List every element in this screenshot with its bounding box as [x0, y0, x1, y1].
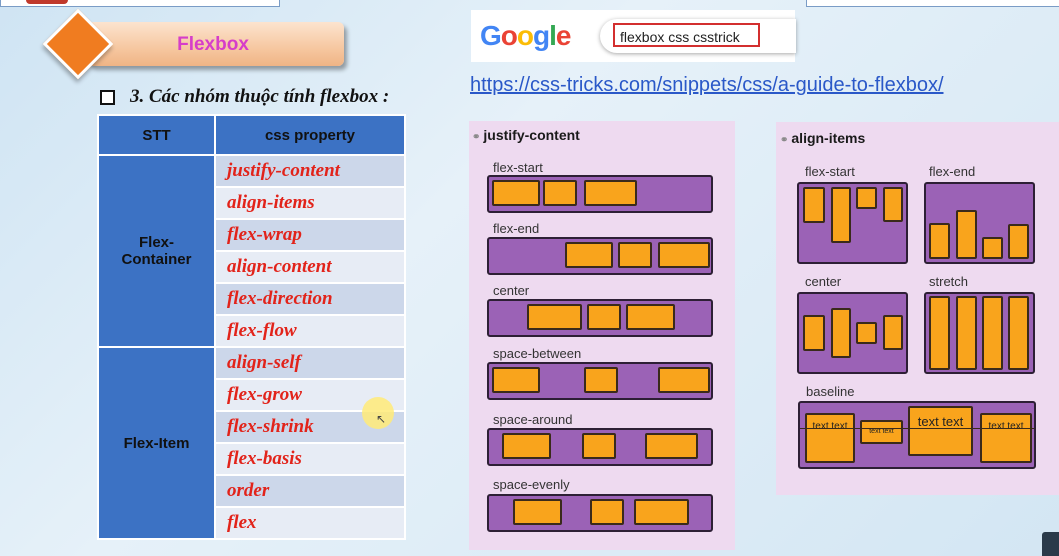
- header-stt: STT: [97, 114, 216, 156]
- flex-box: [831, 308, 851, 358]
- justify-content-title: ⚭ justify-content: [472, 127, 580, 143]
- group-cell: Flex-Item: [97, 346, 216, 540]
- flex-box: [513, 499, 562, 525]
- app-corner-icon: [1042, 532, 1059, 556]
- justify-label: space-between: [493, 346, 582, 361]
- flex-box: [565, 242, 613, 268]
- property-cell: flex-direction: [214, 282, 406, 316]
- window-frame-right: [806, 0, 1059, 7]
- flex-box: [634, 499, 689, 525]
- property-cell: flex-basis: [214, 442, 406, 476]
- header-css-property: css property: [214, 114, 406, 156]
- flex-box: [587, 304, 621, 330]
- group-cell: Flex- Container: [97, 154, 216, 348]
- flex-box: [527, 304, 582, 330]
- justify-label: flex-end: [493, 221, 540, 236]
- flex-box: [1008, 296, 1029, 370]
- align-label: stretch: [929, 274, 969, 289]
- flex-box: [929, 296, 950, 370]
- flex-box: [492, 180, 540, 206]
- flex-box: [645, 433, 698, 459]
- flex-box: [618, 242, 652, 268]
- property-cell: align-items: [214, 186, 406, 220]
- flex-box: [803, 187, 825, 223]
- align-items-title: ⚭ align-items: [780, 130, 866, 146]
- search-input[interactable]: flexbox css csstrick: [613, 23, 760, 47]
- flex-box: [856, 322, 877, 344]
- justify-label: center: [493, 283, 530, 298]
- flex-box: [584, 180, 637, 206]
- baseline-line: [800, 428, 1034, 429]
- flex-box: [982, 237, 1003, 259]
- justify-label: flex-start: [493, 160, 543, 175]
- link-icon: ⚭: [780, 135, 789, 146]
- flex-box: [658, 367, 710, 393]
- flex-box: [929, 223, 950, 259]
- align-label: baseline: [806, 384, 855, 399]
- property-cell: order: [214, 474, 406, 508]
- justify-label: space-evenly: [493, 477, 570, 492]
- flex-box: [584, 367, 618, 393]
- flex-box: [956, 210, 977, 259]
- slide-title: Flexbox: [177, 34, 249, 55]
- property-cell: align-self: [214, 346, 406, 380]
- css-tricks-link[interactable]: https://css-tricks.com/snippets/css/a-gu…: [470, 74, 944, 97]
- flex-box: [658, 242, 710, 268]
- baseline-box: text text: [908, 406, 973, 456]
- mouse-cursor-icon: ↖: [376, 412, 387, 426]
- flex-box: [1008, 224, 1029, 259]
- section-heading: 3. Các nhóm thuộc tính flexbox :: [130, 86, 390, 107]
- property-cell: flex: [214, 506, 406, 540]
- flex-box: [543, 180, 577, 206]
- baseline-box: text text: [805, 413, 855, 463]
- flex-box: [956, 296, 977, 370]
- property-table: STT css property Flex- Container justify-…: [97, 114, 406, 540]
- google-logo: Google: [480, 20, 571, 51]
- baseline-box: text text: [860, 420, 903, 444]
- justify-label: space-around: [493, 412, 573, 427]
- align-label: center: [805, 274, 842, 289]
- flex-box: [492, 367, 540, 393]
- flex-box: [803, 315, 825, 351]
- flex-box: [582, 433, 616, 459]
- flex-box: [831, 187, 851, 243]
- link-icon: ⚭: [472, 132, 481, 143]
- align-label: flex-end: [929, 164, 976, 179]
- property-cell: justify-content: [214, 154, 406, 188]
- baseline-box: text text: [980, 413, 1032, 463]
- flex-box: [883, 315, 903, 350]
- flex-box: [856, 187, 877, 209]
- property-cell: flex-wrap: [214, 218, 406, 252]
- flex-box: [590, 499, 624, 525]
- property-cell: align-content: [214, 250, 406, 284]
- flex-box: [982, 296, 1003, 370]
- align-label: flex-start: [805, 164, 855, 179]
- property-cell: flex-flow: [214, 314, 406, 348]
- youtube-logo-fragment: [26, 0, 68, 4]
- flex-box: [626, 304, 675, 330]
- flex-box: [883, 187, 903, 222]
- flex-box: [502, 433, 551, 459]
- checkbox-bullet-icon: [100, 90, 115, 105]
